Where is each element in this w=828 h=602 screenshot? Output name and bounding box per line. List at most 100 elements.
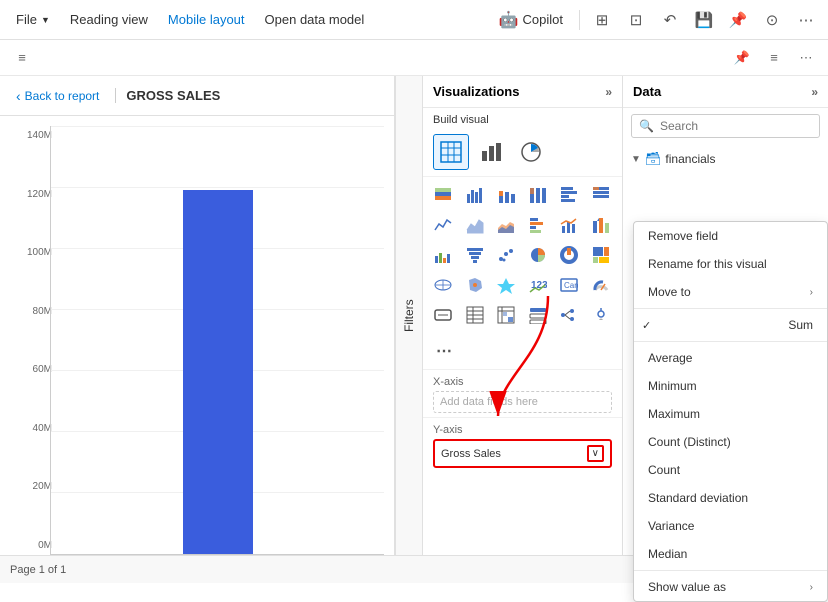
viz-panel-title: Visualizations — [433, 84, 519, 99]
viz-text-filter[interactable] — [429, 301, 457, 329]
maximum-item[interactable]: Maximum — [634, 400, 827, 428]
menu-bar: File ▼ Reading view Mobile layout Open d… — [0, 0, 828, 40]
more-toolbar-icon[interactable]: ⋯ — [792, 44, 820, 72]
viz-icons-top — [423, 130, 622, 177]
viz-stacked-column[interactable] — [492, 181, 520, 209]
search-icon: 🔍 — [639, 119, 654, 133]
pin-toolbar-icon[interactable]: 📌 — [728, 44, 756, 72]
variance-item[interactable]: Variance — [634, 512, 827, 540]
database-icon: 🗃 — [645, 151, 662, 167]
context-menu-separator-1 — [634, 308, 827, 309]
reading-view-menu[interactable]: Reading view — [62, 8, 156, 31]
financials-tree-item[interactable]: ▼ 🗃 financials — [623, 148, 828, 170]
viz-card[interactable]: Card — [555, 271, 583, 299]
pin-icon[interactable]: 📌 — [724, 6, 752, 34]
viz-table-icon[interactable] — [461, 301, 489, 329]
publish-icon[interactable]: ⊙ — [758, 6, 786, 34]
file-menu[interactable]: File ▼ — [8, 8, 58, 31]
context-menu-separator-3 — [634, 570, 827, 571]
y-label-80m: 80M — [14, 306, 52, 317]
viz-slicer[interactable] — [524, 301, 552, 329]
x-axis-field[interactable]: Add data fields here — [433, 391, 612, 413]
viz-icon-analytics[interactable] — [513, 134, 549, 170]
viz-stacked-bar[interactable] — [429, 181, 457, 209]
count-item[interactable]: Count — [634, 456, 827, 484]
y-label-40m: 40M — [14, 423, 52, 434]
y-label-100m: 100M — [14, 247, 52, 258]
viz-column-chart[interactable] — [461, 181, 489, 209]
undo-icon[interactable]: ↶ — [656, 6, 684, 34]
x-axis-section: X-axis Add data fields here — [423, 369, 622, 417]
show-value-submenu-arrow: › — [810, 582, 813, 593]
binoculars-icon[interactable]: ⊞ — [588, 6, 616, 34]
viz-kpi[interactable]: 123 — [524, 271, 552, 299]
copilot-menu[interactable]: 🤖 Copilot — [491, 6, 571, 34]
viz-treemap[interactable] — [587, 241, 615, 269]
back-report-button[interactable]: ‹ Back to report — [10, 84, 105, 108]
visualizations-panel: Visualizations » Build visual — [423, 76, 623, 555]
x-axis-label: X-axis — [433, 376, 612, 388]
remove-field-item[interactable]: Remove field — [634, 222, 827, 250]
viz-panel-expand-icon[interactable]: » — [605, 85, 612, 99]
viz-waterfall[interactable] — [429, 241, 457, 269]
page-label: Page 1 of 1 — [10, 564, 66, 576]
viz-decomp-tree[interactable] — [555, 301, 583, 329]
viz-icon-table[interactable] — [433, 134, 469, 170]
check-mark-icon: ✓ — [642, 319, 651, 332]
filters-tab[interactable]: Filters — [395, 76, 423, 555]
bar-gross-sales[interactable] — [183, 190, 253, 554]
toolbar-icons: ⊞ ⊡ ↶ 💾 📌 ⊙ ⋯ — [588, 6, 820, 34]
report-title: GROSS SALES — [115, 88, 220, 103]
viz-stacked-area[interactable] — [492, 211, 520, 239]
viz-gauge[interactable] — [587, 271, 615, 299]
svg-text:Card: Card — [564, 281, 578, 290]
count-distinct-item[interactable]: Count (Distinct) — [634, 428, 827, 456]
layout-icon[interactable]: ⊡ — [622, 6, 650, 34]
average-item[interactable]: Average — [634, 344, 827, 372]
viz-more-button[interactable]: ⋯ — [431, 337, 459, 365]
more-icon[interactable]: ⋯ — [792, 6, 820, 34]
save-icon[interactable]: 💾 — [690, 6, 718, 34]
filter-toolbar-icon[interactable]: ≡ — [760, 44, 788, 72]
std-dev-item[interactable]: Standard deviation — [634, 484, 827, 512]
viz-clustered-bar[interactable] — [524, 211, 552, 239]
viz-area[interactable] — [461, 211, 489, 239]
data-search: 🔍 — [631, 114, 820, 138]
viz-map[interactable] — [429, 271, 457, 299]
viz-scatter[interactable] — [492, 241, 520, 269]
context-menu: Remove field Rename for this visual Move… — [633, 221, 828, 602]
move-to-submenu-arrow: › — [810, 287, 813, 298]
viz-100-column[interactable] — [524, 181, 552, 209]
viz-matrix[interactable] — [492, 301, 520, 329]
viz-geo-map[interactable] — [587, 301, 615, 329]
viz-funnel[interactable] — [461, 241, 489, 269]
median-item[interactable]: Median — [634, 540, 827, 568]
sum-item[interactable]: ✓ Sum — [634, 311, 827, 339]
viz-filled-map[interactable] — [461, 271, 489, 299]
tree-chevron-icon: ▼ — [631, 154, 641, 165]
viz-pie[interactable] — [524, 241, 552, 269]
data-panel-title: Data — [633, 84, 661, 99]
rename-visual-item[interactable]: Rename for this visual — [634, 250, 827, 278]
hamburger-icon[interactable]: ≡ — [8, 44, 36, 72]
viz-azure-map[interactable] — [492, 271, 520, 299]
viz-icon-bar[interactable] — [473, 134, 509, 170]
y-label-20m: 20M — [14, 481, 52, 492]
viz-donut[interactable] — [555, 241, 583, 269]
viz-more-row: ⋯ — [423, 333, 622, 369]
viz-line[interactable] — [429, 211, 457, 239]
main-layout: ‹ Back to report GROSS SALES 140M 120M 1… — [0, 76, 828, 555]
move-to-item[interactable]: Move to › — [634, 278, 827, 306]
minimum-item[interactable]: Minimum — [634, 372, 827, 400]
data-panel-expand-icon[interactable]: » — [811, 85, 818, 99]
show-value-as-item[interactable]: Show value as › — [634, 573, 827, 601]
mobile-layout-menu[interactable]: Mobile layout — [160, 8, 253, 31]
viz-100-bar[interactable] — [587, 181, 615, 209]
y-axis-field[interactable]: Gross Sales ∨ — [433, 439, 612, 468]
viz-ribbon[interactable] — [587, 211, 615, 239]
search-input[interactable] — [631, 114, 820, 138]
viz-line-bar[interactable] — [555, 211, 583, 239]
viz-bar-chart[interactable] — [555, 181, 583, 209]
y-axis-dropdown-arrow[interactable]: ∨ — [587, 445, 604, 462]
open-data-model-menu[interactable]: Open data model — [257, 8, 373, 31]
